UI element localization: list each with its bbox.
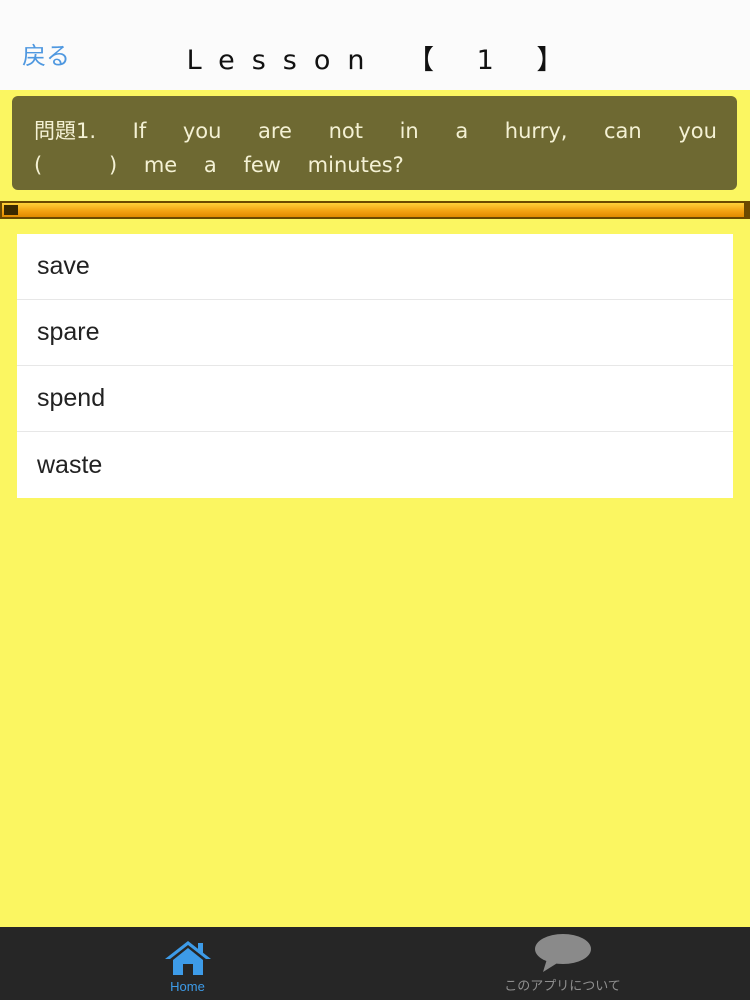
- question-word: can: [604, 119, 642, 143]
- tab-bar: Home このアプリについて: [0, 927, 750, 1000]
- question-word: are: [258, 119, 292, 143]
- question-word: hurry,: [504, 119, 568, 143]
- question-word: a: [455, 119, 469, 143]
- tab-home[interactable]: Home: [0, 927, 375, 1000]
- house-icon: [164, 941, 211, 975]
- tab-home-label: Home: [170, 979, 205, 994]
- question-line-2: ( ) me a few minutes?: [34, 148, 717, 182]
- navigation-bar: 戻る Lesson 【 1 】: [0, 0, 750, 90]
- answer-option-spend[interactable]: spend: [17, 366, 733, 432]
- speech-bubble-icon: [534, 934, 591, 972]
- answer-list: save spare spend waste: [17, 234, 733, 498]
- answer-option-spare[interactable]: spare: [17, 300, 733, 366]
- question-word: If: [132, 119, 147, 143]
- page-title: Lesson 【 1 】: [186, 45, 581, 76]
- question-box: 問題1. If you are not in a hurry, can you …: [12, 96, 737, 190]
- progress-bar: [0, 201, 750, 219]
- question-word: you: [182, 119, 222, 143]
- question-line-1: 問題1. If you are not in a hurry, can you: [34, 114, 717, 148]
- question-word: not: [328, 119, 363, 143]
- tab-about-label: このアプリについて: [504, 978, 621, 993]
- question-number: 問題1.: [34, 119, 97, 143]
- question-word: in: [399, 119, 419, 143]
- answer-option-save[interactable]: save: [17, 234, 733, 300]
- progress-marker: [4, 205, 18, 215]
- progress-bar-fill: [2, 203, 744, 217]
- question-blank-line: ( ) me a few minutes?: [34, 153, 404, 177]
- question-word: you: [678, 119, 717, 143]
- tab-about-app[interactable]: このアプリについて: [375, 927, 750, 1000]
- answer-option-waste[interactable]: waste: [17, 432, 733, 498]
